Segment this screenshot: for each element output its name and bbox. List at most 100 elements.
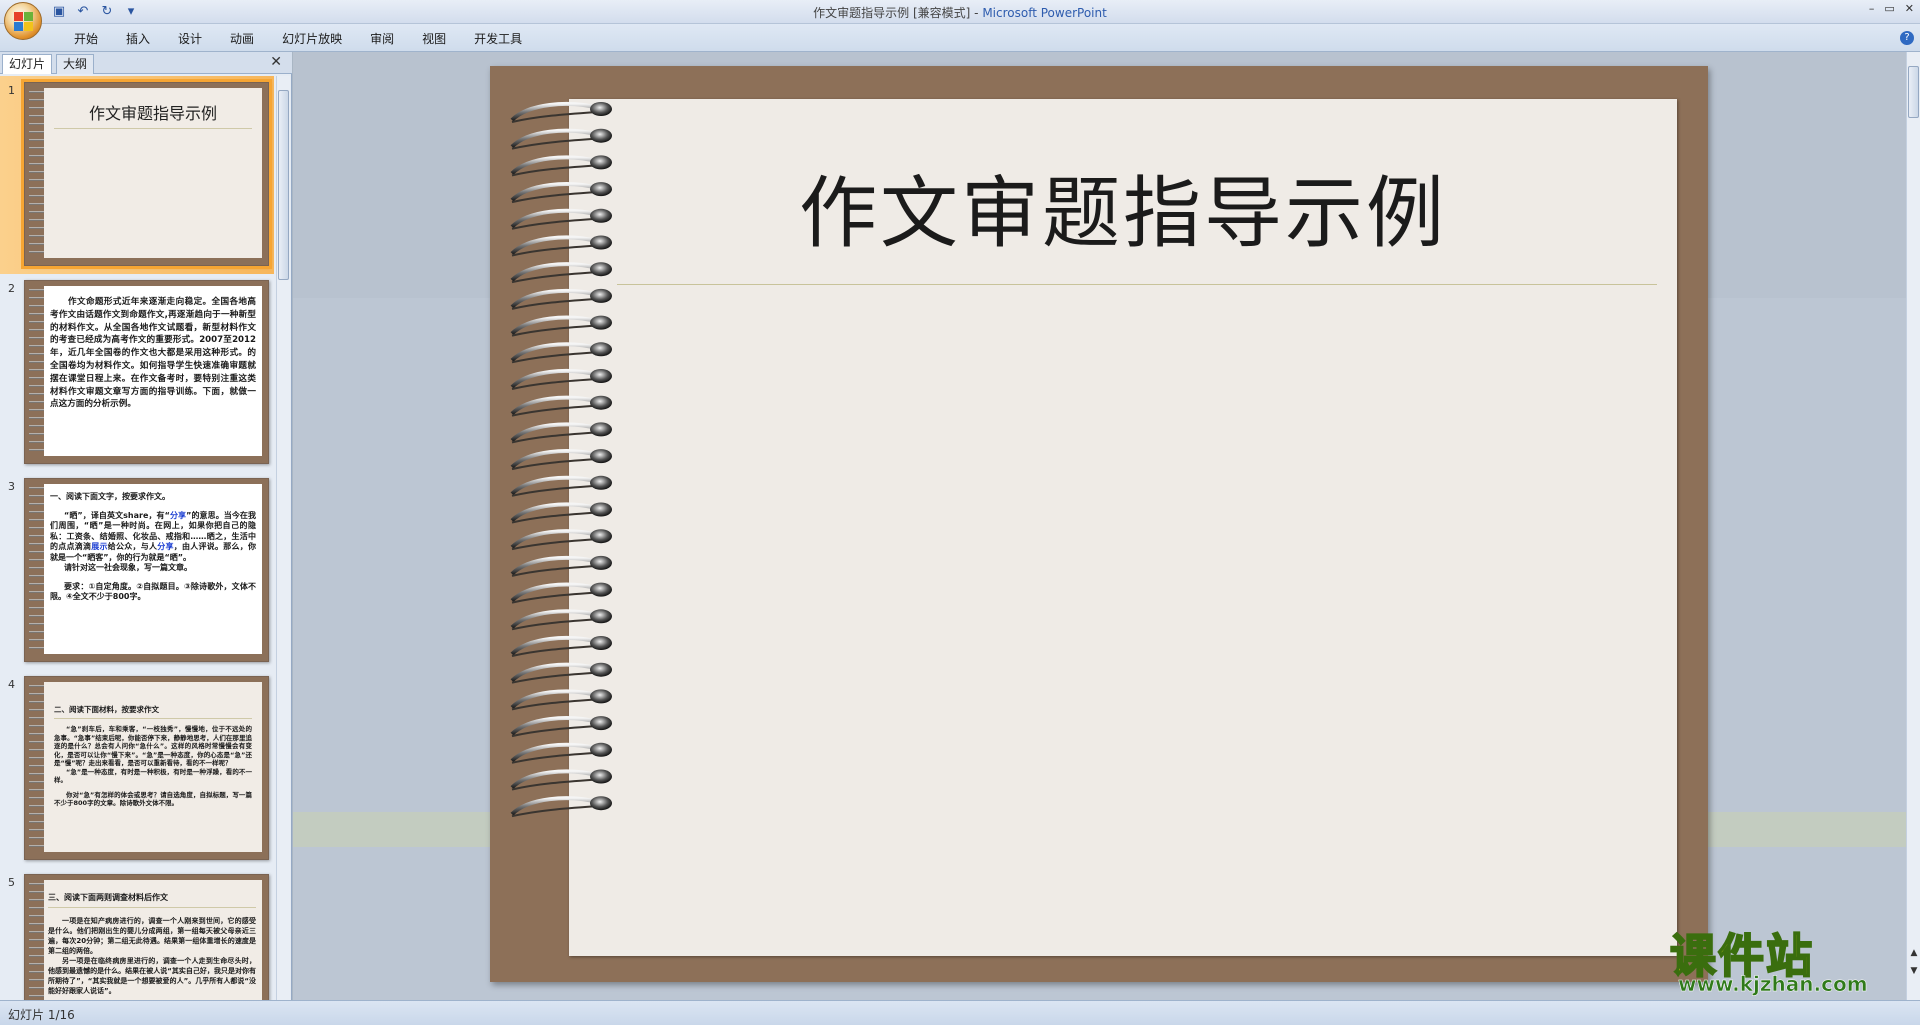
next-slide-icon[interactable]: ▼	[1909, 966, 1919, 976]
tab-outline[interactable]: 大纲	[56, 54, 95, 74]
slide-number: 3	[8, 480, 15, 493]
thumbnail-list: 1 作文审题指导示例 2 作文命题形式近年来逐渐走向稳定。全国各地高考作文由话题…	[0, 76, 274, 1000]
spiral-hole	[590, 689, 612, 704]
requirement-text: 要求：①自定角度。②自拟题目。③除诗歌外，文体不限。④全文不少于800字。	[50, 581, 256, 602]
slide-number: 4	[8, 678, 15, 691]
spiral-hole	[590, 502, 612, 517]
tab-review[interactable]: 审阅	[356, 30, 408, 48]
minimize-icon[interactable]: –	[1869, 2, 1875, 15]
tab-animations[interactable]: 动画	[216, 30, 268, 48]
title-separator: -	[970, 6, 983, 20]
tab-insert[interactable]: 插入	[112, 30, 164, 48]
text-run: “急”刹车后，车和乘客，“一枝独秀”，慢慢地，位于不远处的急事。“急事”结束后呢…	[54, 725, 252, 768]
spiral-hole	[590, 342, 612, 357]
spiral-hole	[590, 742, 612, 757]
slide-number: 2	[8, 282, 15, 295]
current-slide[interactable]: 作文审题指导示例	[490, 66, 1708, 982]
highlighted-word: 分享	[169, 510, 187, 520]
restore-icon[interactable]: ▭	[1884, 2, 1894, 15]
thumbnail-heading: 三、阅读下面两则调查材料后作文	[48, 892, 256, 909]
thumbnail-row-4[interactable]: 4 二、阅读下面材料，按要求作文 “急”刹车后，车和乘客，“一枝独秀”，慢慢地，…	[0, 670, 274, 868]
document-title: 作文审题指导示例 [兼容模式]	[813, 6, 971, 20]
spiral-hole	[590, 475, 612, 490]
slide-thumbnail-2[interactable]: 作文命题形式近年来逐渐走向稳定。全国各地高考作文由话题作文到命题作文,再逐渐趋向…	[24, 280, 269, 464]
tab-design[interactable]: 设计	[164, 30, 216, 48]
slide-thumbnail-3[interactable]: 一、阅读下面文字，按要求作文。 “晒”，译自英文share，有“分享”的意思。当…	[24, 478, 269, 662]
slide-number: 1	[8, 84, 15, 97]
highlighted-word: 分享	[157, 542, 174, 551]
spiral-hole	[590, 182, 612, 197]
tab-developer[interactable]: 开发工具	[460, 30, 536, 48]
spiral-binding	[510, 102, 612, 818]
thumbnail-rule	[54, 128, 252, 129]
tab-slideshow[interactable]: 幻灯片放映	[268, 30, 356, 48]
spiral-hole	[590, 529, 612, 544]
window-title: 作文审题指导示例 [兼容模式] - Microsoft PowerPoint	[0, 4, 1920, 21]
thumbnail-scrollbar[interactable]	[276, 76, 290, 1000]
spiral-hole	[590, 395, 612, 410]
previous-slide-icon[interactable]: ▲	[1909, 948, 1919, 958]
text-run: 请针对这一社会现象，写一篇文章。	[64, 563, 192, 572]
thumbnail-page: 三、阅读下面两则调查材料后作文 一项是在知产病房进行的，调查一个人刚来到世间，它…	[44, 880, 262, 1000]
spiral-hole	[590, 609, 612, 624]
thumbnail-row-5[interactable]: 5 三、阅读下面两则调查材料后作文 一项是在知产病房进行的，调查一个人刚来到世间…	[0, 868, 274, 1000]
text-run: 另一项是在临终病房里进行的，调查一个人走到生命尽头时，他感到最遗憾的是什么。结果…	[48, 957, 256, 996]
close-icon[interactable]: ✕	[1905, 2, 1914, 15]
tab-home[interactable]: 开始	[60, 30, 112, 48]
thumbnail-text: 作文命题形式近年来逐渐走向稳定。全国各地高考作文由话题作文到命题作文,再逐渐趋向…	[50, 297, 256, 410]
slides-panel: 幻灯片 大纲 ✕ 1 作文审题指导示例 2 作文命题形式近年来逐渐走向稳定。全国…	[0, 52, 292, 1000]
slide-scrollbar[interactable]: ▲ ▼	[1906, 52, 1920, 1000]
thumbnail-row-3[interactable]: 3 一、阅读下面文字，按要求作文。 “晒”，译自英文share，有“分享”的意思…	[0, 472, 274, 670]
spiral-hole	[590, 555, 612, 570]
thumbnail-title: 作文审题指导示例	[88, 104, 217, 123]
spiral-hole	[590, 288, 612, 303]
window-controls: – ▭ ✕	[1869, 2, 1914, 15]
highlighted-word: 展示	[91, 542, 108, 551]
thumbnail-row-2[interactable]: 2 作文命题形式近年来逐渐走向稳定。全国各地高考作文由话题作文到命题作文,再逐渐…	[0, 274, 274, 472]
slide-thumbnail-4[interactable]: 二、阅读下面材料，按要求作文 “急”刹车后，车和乘客，“一枝独秀”，慢慢地，位于…	[24, 676, 269, 860]
text-run: “晒”，译自英文share，有“	[64, 510, 170, 520]
spiral-hole	[590, 235, 612, 250]
slide-thumbnail-5[interactable]: 三、阅读下面两则调查材料后作文 一项是在知产病房进行的，调查一个人刚来到世间，它…	[24, 874, 269, 1000]
spiral-hole	[590, 102, 612, 116]
thumbnail-row-1[interactable]: 1 作文审题指导示例	[0, 76, 274, 274]
slide-editor: 作文审题指导示例 课件站 www.kjzhan.com	[293, 52, 1906, 1000]
spiral-hole	[590, 796, 612, 811]
text-run: 给公众，与人	[107, 542, 158, 551]
office-logo-icon	[14, 12, 34, 32]
spiral-hole	[590, 449, 612, 464]
spiral-hole	[590, 769, 612, 784]
app-name: Microsoft PowerPoint	[982, 6, 1107, 20]
scroll-thumb[interactable]	[278, 90, 289, 280]
panel-tabs: 幻灯片 大纲 ✕	[0, 52, 292, 74]
tab-slides[interactable]: 幻灯片	[2, 54, 53, 74]
spiral-hole	[590, 208, 612, 223]
thumbnail-page: 作文审题指导示例	[44, 88, 262, 258]
help-icon[interactable]: ?	[1900, 31, 1914, 45]
spiral-hole	[590, 582, 612, 597]
close-panel-icon[interactable]: ✕	[270, 54, 282, 70]
spiral-hole	[590, 422, 612, 437]
thumbnail-heading: 二、阅读下面材料，按要求作文	[54, 704, 252, 720]
thumbnail-heading: 一、阅读下面文字，按要求作文。	[50, 492, 170, 501]
title-underline	[617, 284, 1657, 285]
thumbnail-page: 一、阅读下面文字，按要求作文。 “晒”，译自英文share，有“分享”的意思。当…	[44, 484, 262, 654]
thumbnail-page: 二、阅读下面材料，按要求作文 “急”刹车后，车和乘客，“一枝独秀”，慢慢地，位于…	[44, 682, 262, 852]
spiral-hole	[590, 636, 612, 650]
slide-title[interactable]: 作文审题指导示例	[569, 151, 1677, 263]
thumbnail-text: 三、阅读下面两则调查材料后作文 一项是在知产病房进行的，调查一个人刚来到世间，它…	[48, 892, 256, 996]
spiral-hole	[590, 315, 612, 330]
scroll-thumb[interactable]	[1908, 66, 1919, 118]
slide-counter: 幻灯片 1/16	[8, 1008, 75, 1022]
ribbon-tabs: 开始 插入 设计 动画 幻灯片放映 审阅 视图 开发工具 ?	[0, 24, 1920, 52]
office-button[interactable]	[4, 2, 42, 40]
slide-thumbnail-1[interactable]: 作文审题指导示例	[21, 79, 272, 269]
thumbnail-text: 一、阅读下面文字，按要求作文。 “晒”，译自英文share，有“分享”的意思。当…	[50, 492, 256, 603]
task-text: 你对“急”有怎样的体会或思考？请自选角度，自拟标题，写一篇不少于800字的文章。…	[54, 790, 252, 808]
thumbnail-text: 二、阅读下面材料，按要求作文 “急”刹车后，车和乘客，“一枝独秀”，慢慢地，位于…	[54, 704, 252, 808]
watermark: 课件站 www.kjzhan.com	[1669, 920, 1900, 1000]
thumbnail-page: 作文命题形式近年来逐渐走向稳定。全国各地高考作文由话题作文到命题作文,再逐渐趋向…	[44, 286, 262, 456]
spiral-hole	[590, 716, 612, 731]
tab-view[interactable]: 视图	[408, 30, 460, 48]
spiral-hole	[590, 662, 612, 677]
